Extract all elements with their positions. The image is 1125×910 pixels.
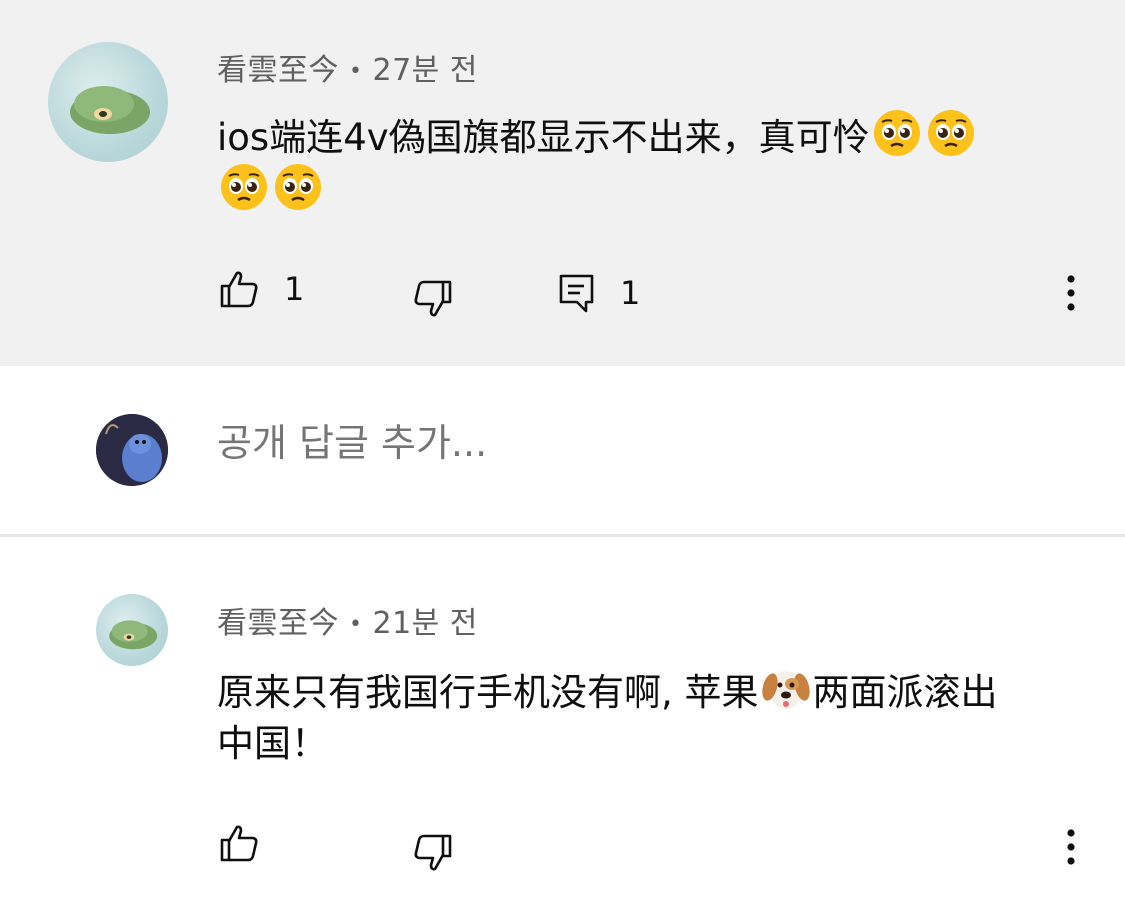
comment-actions bbox=[0, 816, 1125, 876]
comment-text-segment: 原来只有我国行手机没有啊, 苹果 bbox=[217, 671, 759, 714]
comment-actions: 1 1 bbox=[0, 262, 1125, 322]
thumbs-down-icon bbox=[414, 280, 452, 317]
dislike-button[interactable] bbox=[412, 278, 454, 320]
avatar[interactable] bbox=[96, 594, 168, 666]
comment-text: 原来只有我国行手机没有啊, 苹果 两面派滚出 中国！ bbox=[217, 663, 1077, 771]
more-options-button[interactable] bbox=[1062, 828, 1080, 868]
comment-text: ios端连4v偽国旗都显示不出来，真可怜 bbox=[217, 108, 1077, 216]
reply-input-row bbox=[0, 366, 1125, 534]
comment-text-segment: 两面派滚出 bbox=[812, 671, 998, 714]
meta-separator: • bbox=[349, 612, 363, 637]
like-count: 1 bbox=[284, 270, 305, 308]
comment-text-segment: ios端连4v偽国旗都显示不出来，真可怜 bbox=[217, 116, 870, 159]
comment-text-line: ios端连4v偽国旗都显示不出来，真可怜 bbox=[217, 108, 1077, 162]
author-name[interactable]: 看雲至今 bbox=[217, 606, 339, 641]
dog-face-icon bbox=[761, 671, 810, 709]
pleading-face-icon bbox=[221, 164, 267, 210]
comment-meta: 看雲至今 • 27분 전 bbox=[217, 45, 478, 89]
more-vertical-icon bbox=[1067, 829, 1075, 865]
section-divider bbox=[0, 534, 1125, 537]
more-options-button[interactable] bbox=[1062, 274, 1080, 314]
reply-count: 1 bbox=[620, 274, 641, 312]
comment-time: 27분 전 bbox=[372, 53, 478, 88]
comments-page: 看雲至今 • 27분 전 ios端连4v偽国旗都显示不出来，真可怜 1 1 공개… bbox=[0, 0, 1125, 910]
comment-highlighted: 看雲至今 • 27분 전 ios端连4v偽国旗都显示不出来，真可怜 1 1 bbox=[0, 0, 1125, 366]
frog-avatar-icon bbox=[70, 86, 150, 134]
like-button[interactable] bbox=[218, 822, 260, 864]
reply-comment-icon bbox=[559, 274, 594, 313]
like-button[interactable]: 1 bbox=[218, 268, 304, 310]
thumbs-down-icon bbox=[414, 834, 452, 871]
pleading-face-icon bbox=[275, 164, 321, 210]
dislike-button[interactable] bbox=[412, 832, 454, 874]
comment-time: 21분 전 bbox=[372, 606, 478, 641]
frog-avatar-icon bbox=[109, 620, 158, 650]
monster-avatar-icon bbox=[96, 414, 168, 486]
reply-input[interactable] bbox=[217, 421, 817, 465]
comment-text-line: 原来只有我国行手机没有啊, 苹果 两面派滚出 bbox=[217, 663, 1077, 717]
reply-button[interactable]: 1 bbox=[558, 272, 640, 314]
thumbs-up-icon bbox=[220, 271, 258, 308]
meta-separator: • bbox=[349, 59, 363, 84]
avatar[interactable] bbox=[48, 42, 168, 162]
comment-text-line: 中国！ bbox=[217, 722, 328, 765]
pleading-face-icon bbox=[873, 110, 920, 156]
pleading-face-icon bbox=[927, 110, 974, 156]
user-avatar[interactable] bbox=[96, 414, 168, 486]
author-name[interactable]: 看雲至今 bbox=[217, 53, 339, 88]
thumbs-up-icon bbox=[220, 825, 258, 862]
comment-meta: 看雲至今 • 21분 전 bbox=[217, 598, 478, 642]
comment-text-line bbox=[217, 162, 1077, 216]
comment: 看雲至今 • 21분 전 原来只有我国行手机没有啊, 苹果 两面派滚出 中国！ bbox=[0, 540, 1125, 910]
more-vertical-icon bbox=[1067, 275, 1075, 311]
